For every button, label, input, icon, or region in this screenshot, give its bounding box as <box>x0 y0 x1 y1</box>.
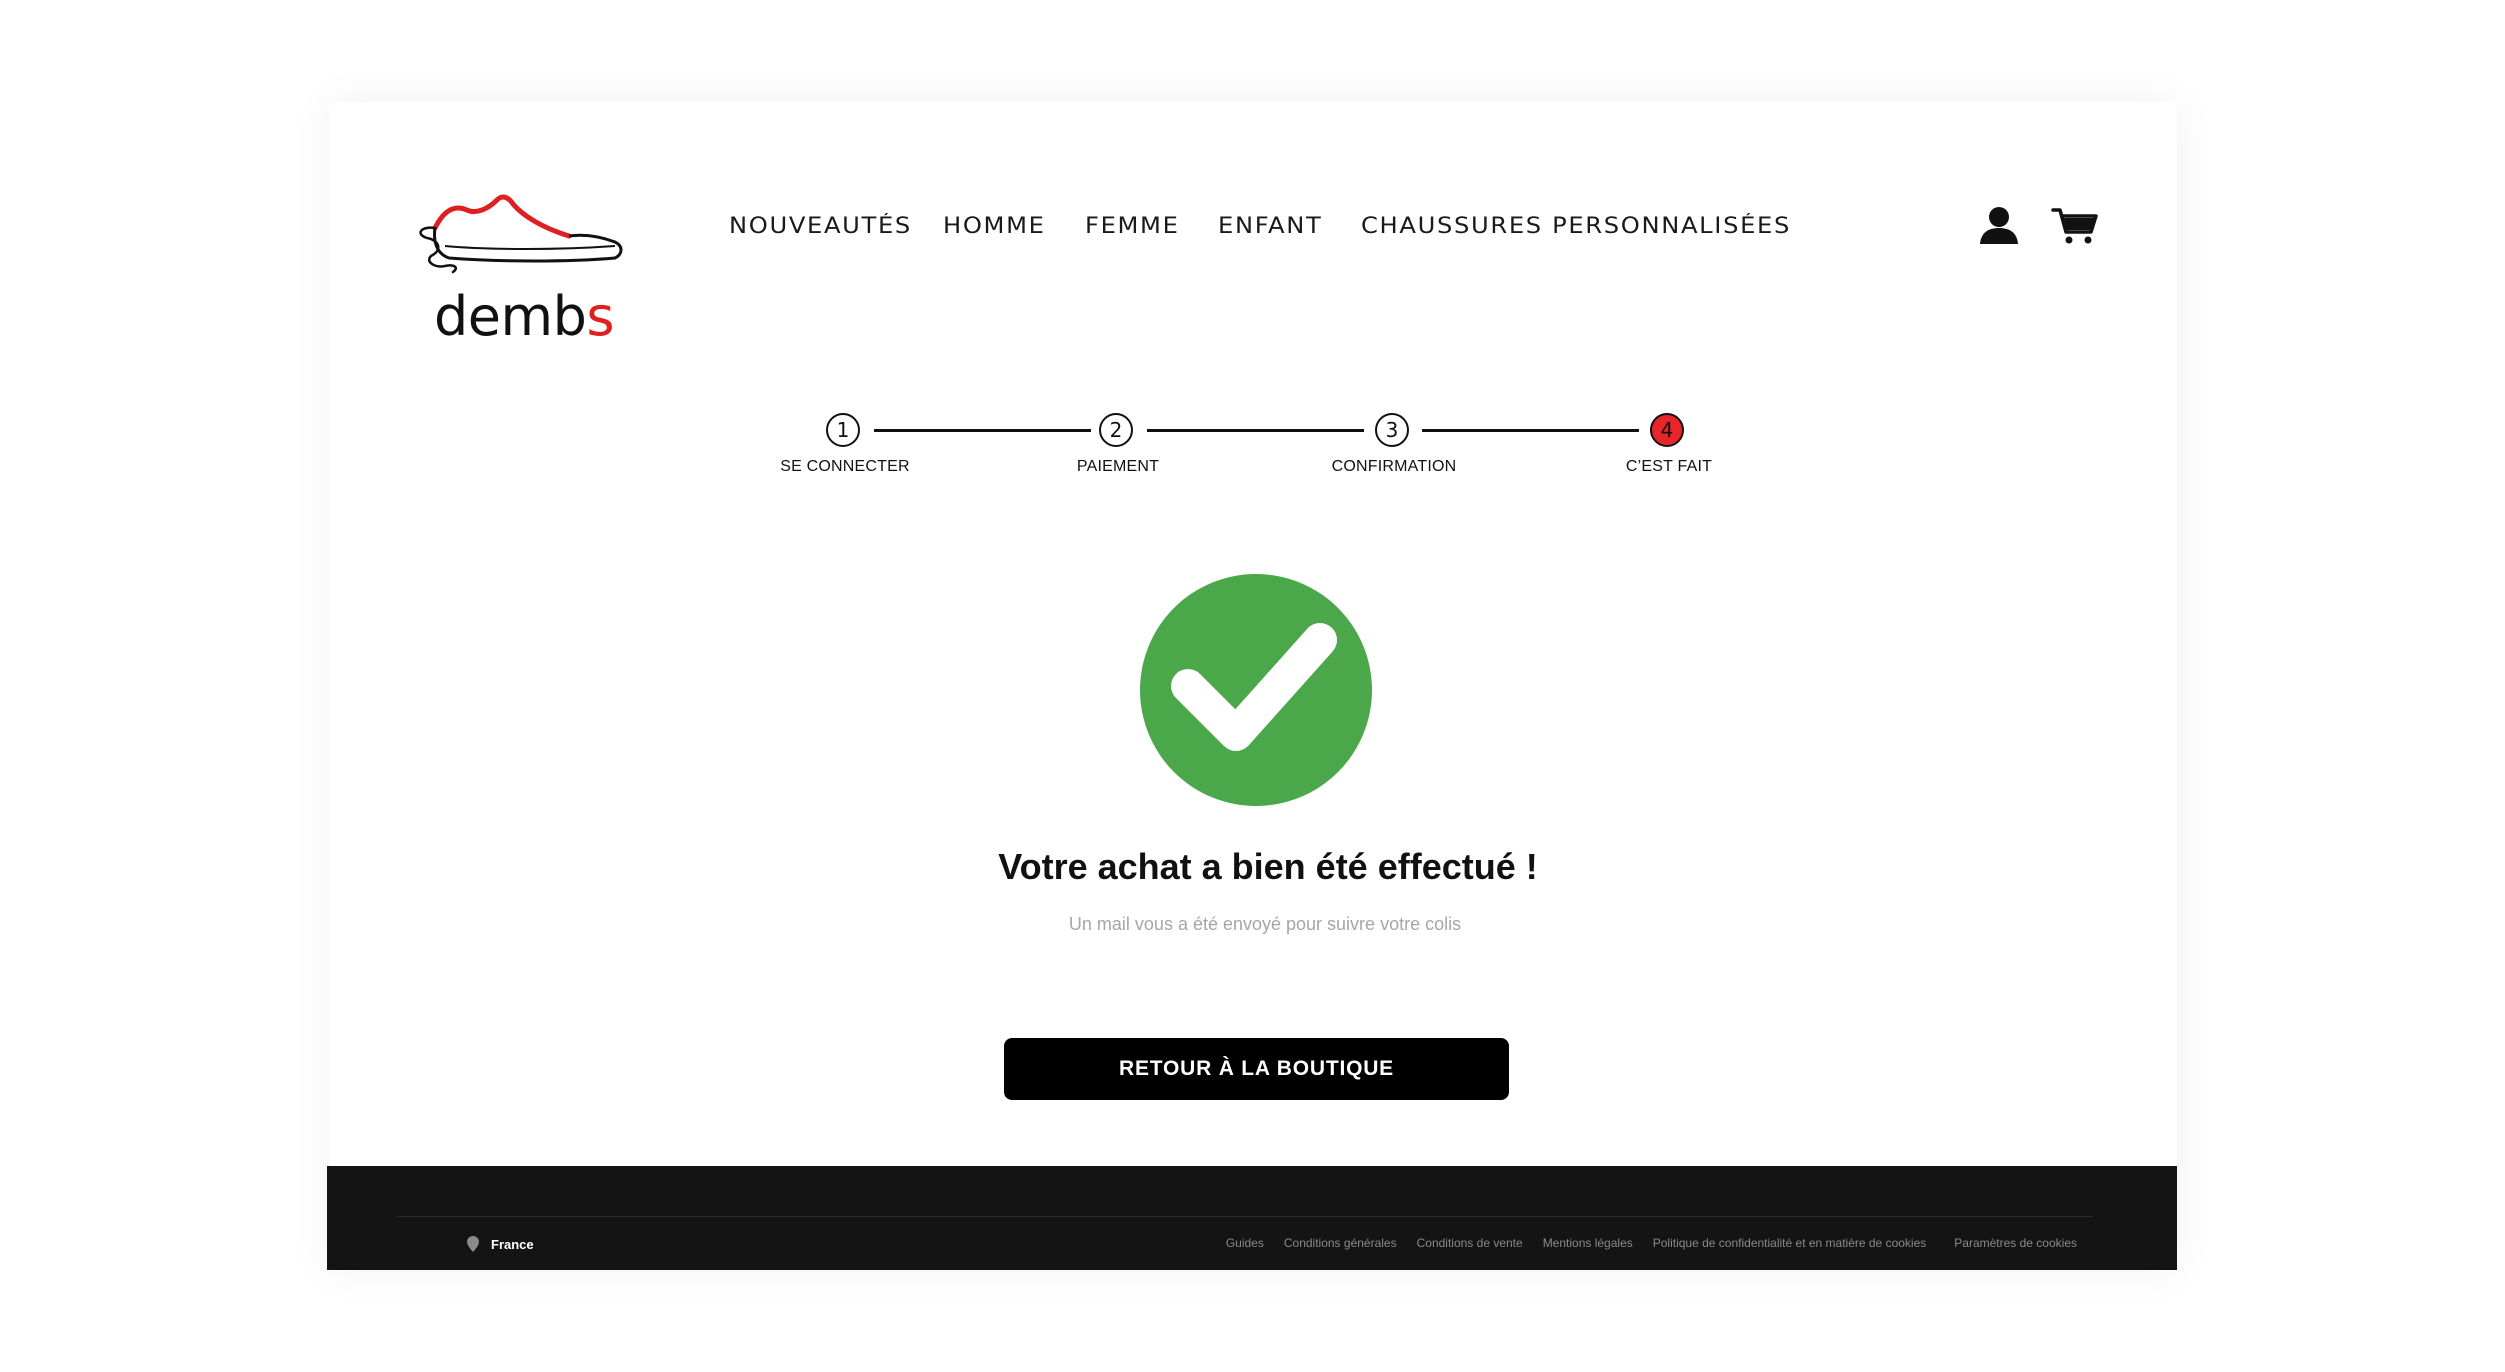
back-to-shop-button[interactable]: RETOUR À LA BOUTIQUE <box>1004 1038 1509 1100</box>
step-label: SE CONNECTER <box>780 458 910 475</box>
nav-item-nouveautes[interactable]: NOUVEAUTÉS <box>729 214 912 239</box>
user-icon[interactable] <box>1977 204 2021 248</box>
step-number: 4 <box>1650 413 1684 447</box>
shoe-logo-icon <box>419 194 623 274</box>
check-circle-icon <box>1140 574 1372 806</box>
cart-icon[interactable] <box>2051 204 2099 248</box>
footer-link-parametres-cookies[interactable]: Paramètres de cookies <box>1954 1236 2077 1250</box>
nav-item-enfant[interactable]: ENFANT <box>1218 214 1322 239</box>
location-pin-icon <box>467 1236 479 1252</box>
success-subtitle: Un mail vous a été envoyé pour suivre vo… <box>1068 914 1462 934</box>
footer-link-guides[interactable]: Guides <box>1226 1236 1264 1250</box>
footer-link-conditions-de-vente[interactable]: Conditions de vente <box>1417 1236 1523 1250</box>
country-selector[interactable]: France <box>467 1236 534 1252</box>
footer-link-mentions-legales[interactable]: Mentions légales <box>1543 1236 1633 1250</box>
step-label: C’EST FAIT <box>1625 458 1713 475</box>
main-nav: NOUVEAUTÉS HOMME FEMME ENFANT CHAUSSURES… <box>729 214 1790 239</box>
success-title: Votre achat a bien été effectué ! <box>998 846 1538 887</box>
step-number: 1 <box>826 413 860 447</box>
footer-link-conditions-generales[interactable]: Conditions générales <box>1284 1236 1397 1250</box>
site-footer: France Guides Conditions générales Condi… <box>327 1166 2177 1270</box>
brand-wordmark: dembs <box>434 285 615 348</box>
page-container: dembs NOUVEAUTÉS HOMME FEMME ENFANT CHAU… <box>327 102 2177 1270</box>
step-number: 3 <box>1375 413 1409 447</box>
footer-links: Guides Conditions générales Conditions d… <box>1226 1236 2077 1250</box>
stepper-connector <box>874 429 1091 432</box>
nav-item-femme[interactable]: FEMME <box>1085 214 1180 239</box>
brand-logo[interactable]: dembs <box>409 150 649 344</box>
nav-item-homme[interactable]: HOMME <box>943 214 1046 239</box>
footer-divider <box>397 1216 2093 1217</box>
step-label: PAIEMENT <box>1076 458 1160 475</box>
stepper-connector <box>1147 429 1364 432</box>
header-actions <box>1977 204 2099 248</box>
step-label: CONFIRMATION <box>1331 458 1457 475</box>
stepper-connector <box>1422 429 1639 432</box>
step-number: 2 <box>1099 413 1133 447</box>
country-label: France <box>491 1236 534 1252</box>
nav-item-chaussures-personnalisees[interactable]: CHAUSSURES PERSONNALISÉES <box>1361 214 1791 239</box>
footer-link-politique-confidentialite[interactable]: Politique de confidentialité et en matiè… <box>1653 1236 1927 1250</box>
site-header: dembs NOUVEAUTÉS HOMME FEMME ENFANT CHAU… <box>329 102 2177 362</box>
